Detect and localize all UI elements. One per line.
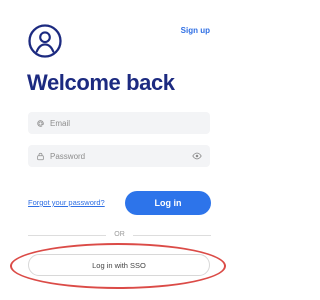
or-divider: OR [28,230,211,240]
sso-login-button[interactable]: Log in with SSO [28,254,210,276]
page-title: Welcome back [27,70,175,95]
user-circle-icon [28,24,62,58]
password-field[interactable] [28,145,210,167]
password-input[interactable] [50,151,170,161]
divider-line-right [133,235,211,236]
forgot-password-link[interactable]: Forgot your password? [28,198,105,207]
at-sign-icon [37,119,44,127]
email-input[interactable] [50,118,170,128]
login-button[interactable]: Log in [125,191,211,215]
signup-link[interactable]: Sign up [181,26,210,35]
eye-icon[interactable] [192,151,202,161]
email-field[interactable] [28,112,210,134]
lock-icon [37,152,44,160]
